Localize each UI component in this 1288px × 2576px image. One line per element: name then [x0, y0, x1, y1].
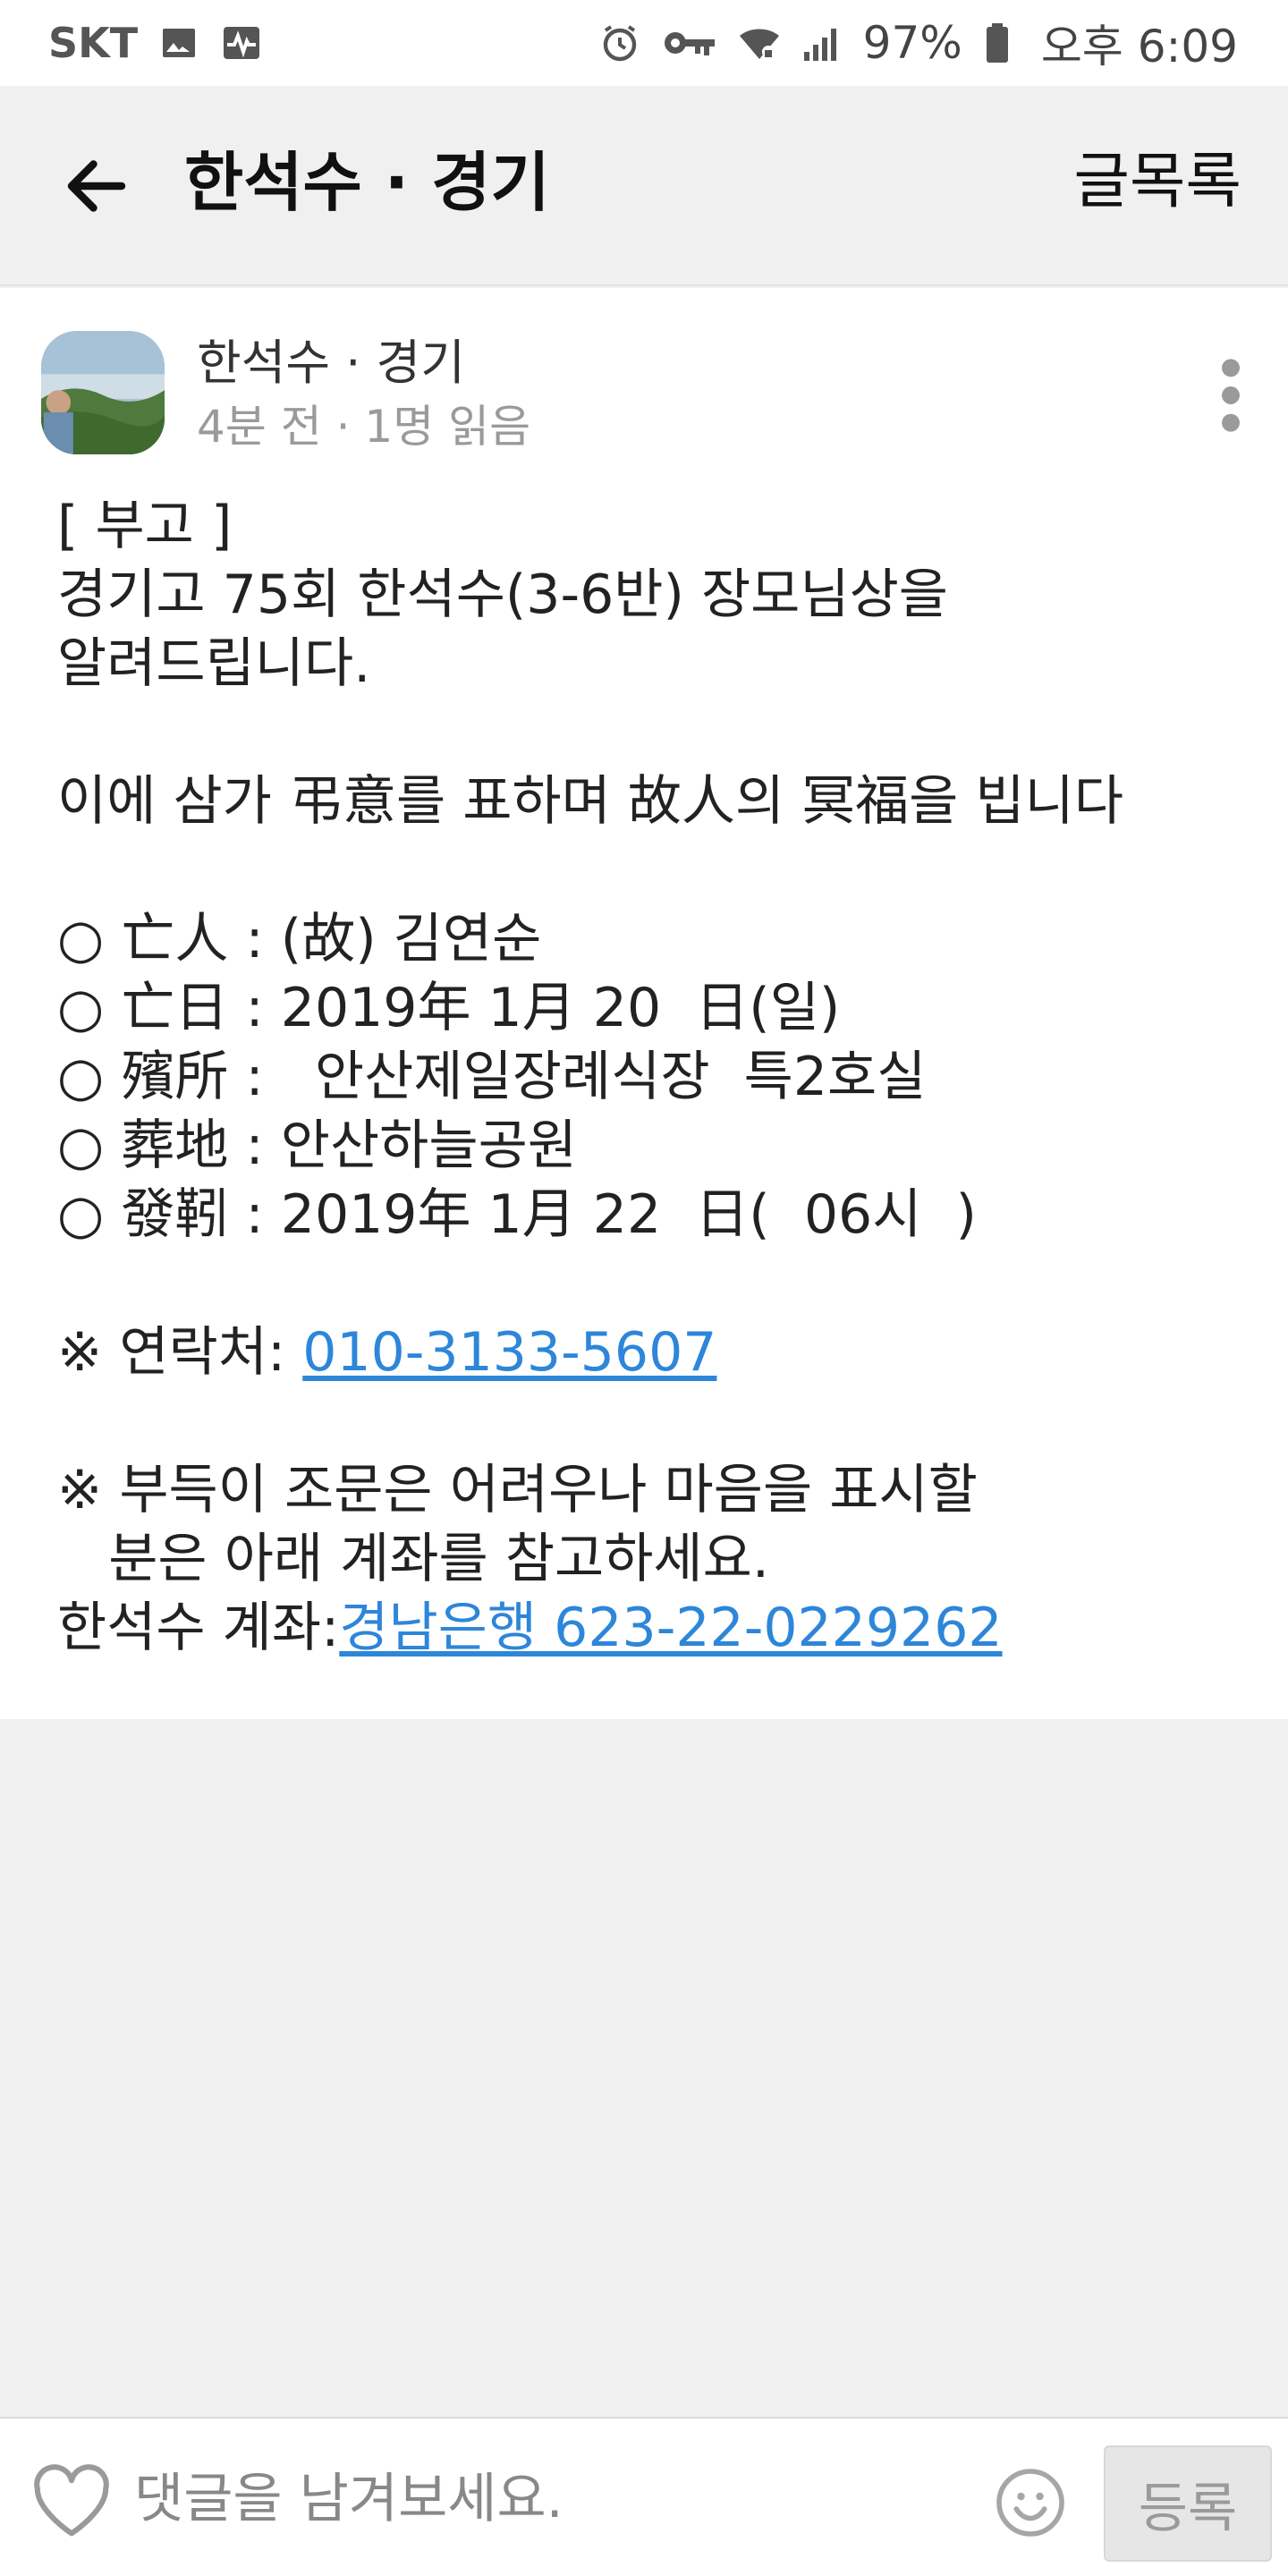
submit-comment-button[interactable]: 등록 [1104, 2445, 1272, 2562]
body-line: ○ 葬地 : 안산하늘공원 [57, 1114, 577, 1177]
carrier-label: SKT [48, 19, 139, 67]
status-bar: SKT 97% 오후 6:09 [0, 0, 1288, 86]
clock-time: 오후 6:09 [1040, 21, 1238, 72]
body-line: ○ 發靷 : 2019年 1月 22 日( 06시 ) [57, 1183, 977, 1246]
comment-input[interactable] [134, 2454, 939, 2544]
more-options-icon[interactable] [1213, 354, 1249, 436]
activity-icon [220, 21, 263, 64]
image-icon [157, 21, 200, 64]
body-line: 분은 아래 계좌를 참고하세요. [57, 1528, 769, 1590]
body-line: ※ 부득이 조문은 어려우나 마음을 표시할 [57, 1459, 978, 1521]
status-right: 97% 오후 6:09 [598, 11, 1238, 75]
post-card: 한석수 · 경기 4분 전 · 1명 읽음 [ 부고 ] 경기고 75회 한석수… [0, 288, 1288, 1719]
back-arrow-icon[interactable] [59, 148, 134, 224]
status-left: SKT [48, 19, 263, 67]
contact-label: ※ 연락처: [57, 1321, 303, 1384]
key-icon [661, 21, 718, 64]
post-body: [ 부고 ] 경기고 75회 한석수(3-6반) 장모님상을 알려드립니다. 이… [57, 492, 1247, 1663]
comment-bar: 등록 [0, 2417, 1288, 2576]
body-line: ○ 亡人 : (故) 김연순 [57, 908, 542, 970]
heart-icon[interactable] [30, 2463, 113, 2538]
body-line: 이에 삼가 弔意를 표하며 故人의 冥福을 빕니다 [57, 770, 1124, 833]
body-line: 알려드립니다. [57, 632, 371, 695]
battery-percentage: 97% [862, 17, 962, 69]
account-line: 한석수 계좌:경남은행 623-22-0229262 [57, 1594, 1247, 1663]
emoji-icon[interactable] [993, 2465, 1068, 2540]
app-header: 한석수 · 경기 글목록 [0, 86, 1288, 286]
body-line: [ 부고 ] [57, 495, 233, 557]
account-label: 한석수 계좌: [57, 1597, 340, 1659]
alarm-icon [598, 21, 641, 64]
account-number-link[interactable]: 경남은행 623-22-0229262 [339, 1597, 1002, 1659]
post-list-button[interactable]: 글목록 [1073, 141, 1241, 224]
post-meta: 4분 전 · 1명 읽음 [197, 401, 531, 453]
avatar[interactable] [41, 331, 165, 454]
wifi-icon [738, 21, 781, 64]
signal-icon [801, 21, 843, 64]
contact-phone-link[interactable]: 010-3133-5607 [302, 1321, 716, 1384]
contact-line: ※ 연락처: 010-3133-5607 [57, 1318, 1247, 1387]
battery-icon [982, 21, 1013, 64]
page-title: 한석수 · 경기 [184, 145, 550, 220]
body-line: ○ 亡日 : 2019年 1月 20 日(일) [57, 977, 841, 1039]
body-line: 경기고 75회 한석수(3-6반) 장모님상을 [57, 564, 948, 626]
body-line: ○ 殯所 : 안산제일장례식장 특2호실 [57, 1046, 927, 1108]
author-name[interactable]: 한석수 · 경기 [197, 331, 465, 395]
